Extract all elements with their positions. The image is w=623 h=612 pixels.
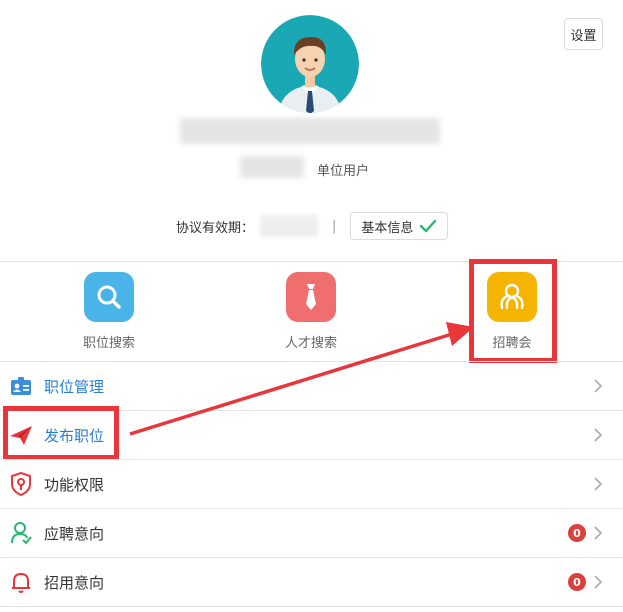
chevron-right-icon xyxy=(594,575,603,589)
quick-action-job-search[interactable]: 职位搜索 xyxy=(54,272,164,351)
quick-action-talent-search[interactable]: 人才搜索 xyxy=(256,272,366,351)
quick-action-label: 职位搜索 xyxy=(82,336,135,351)
redacted-name xyxy=(180,118,440,144)
tie-icon xyxy=(286,272,336,322)
highlight-post-job xyxy=(3,406,119,460)
redacted-agreement-date xyxy=(260,215,319,237)
highlight-job-fair xyxy=(469,259,557,363)
redacted-company xyxy=(240,156,304,178)
avatar xyxy=(261,15,359,113)
menu-item-applications[interactable]: 应聘意向 0 xyxy=(0,509,623,557)
basic-info-label: 基本信息 xyxy=(361,220,414,236)
menu-item-label: 应聘意向 xyxy=(44,525,105,543)
search-icon xyxy=(84,272,134,322)
id-card-icon xyxy=(9,374,33,398)
key-icon xyxy=(9,472,33,496)
menu-item-hiring-intentions[interactable]: 招用意向 0 xyxy=(0,558,623,606)
chevron-right-icon xyxy=(594,477,603,491)
basic-info-button[interactable]: 基本信息 xyxy=(350,212,449,240)
agreement-label: 协议有效期： xyxy=(176,220,255,236)
agreement-row: 协议有效期： | 基本信息 xyxy=(176,212,449,240)
chevron-right-icon xyxy=(594,526,603,540)
check-icon xyxy=(420,219,437,233)
user-type-label: 单位用户 xyxy=(317,164,370,179)
menu-item-label: 招用意向 xyxy=(44,574,105,592)
menu-item-job-management[interactable]: 职位管理 xyxy=(0,362,623,410)
chevron-right-icon xyxy=(594,428,603,442)
menu-item-permissions[interactable]: 功能权限 xyxy=(0,460,623,508)
chevron-right-icon xyxy=(594,379,603,393)
menu-item-label: 职位管理 xyxy=(44,378,105,396)
divider xyxy=(0,606,623,607)
menu-item-label: 功能权限 xyxy=(44,476,105,494)
count-badge: 0 xyxy=(568,573,586,591)
count-badge: 0 xyxy=(568,524,586,542)
bell-icon xyxy=(9,570,33,594)
user-icon xyxy=(9,521,33,545)
quick-action-label: 人才搜索 xyxy=(284,336,337,351)
separator: | xyxy=(332,218,337,234)
settings-button[interactable]: 设置 xyxy=(564,18,603,50)
